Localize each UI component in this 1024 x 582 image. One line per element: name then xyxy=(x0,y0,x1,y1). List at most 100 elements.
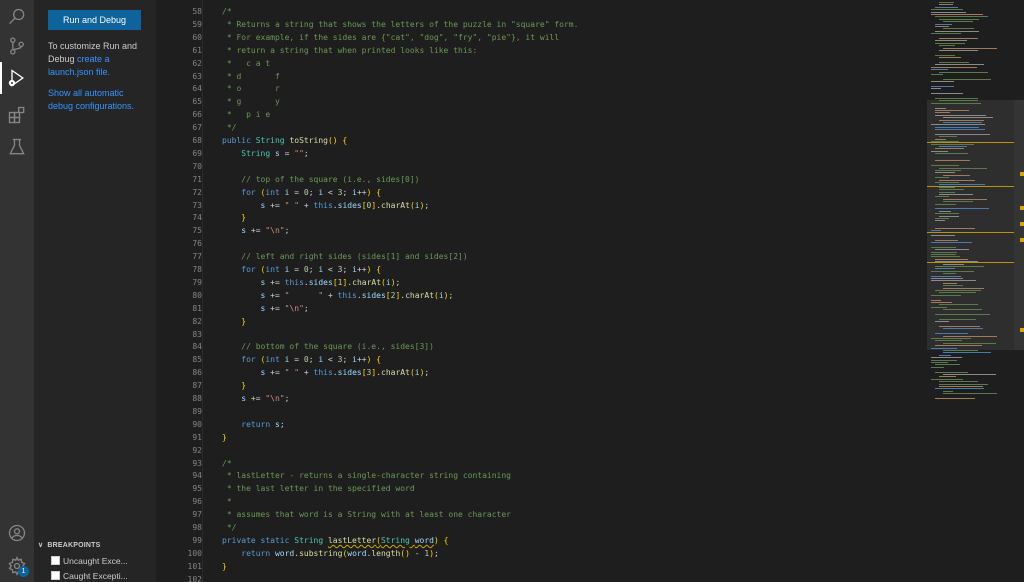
minimap-line xyxy=(931,9,964,11)
code-line[interactable]: s += "\n"; xyxy=(222,224,289,237)
code-line[interactable]: // left and right sides (sides[1] and si… xyxy=(222,250,467,263)
minimap-line xyxy=(931,378,963,380)
minimap-line xyxy=(935,203,957,205)
minimap-line xyxy=(931,302,952,303)
code-line[interactable]: // bottom of the square (i.e., sides[3]) xyxy=(222,340,434,353)
code-editor[interactable]: 58 59 60 61 62 63 64 65 66 67 68 69 70 71 72 73 74 75 76 77… xyxy=(156,0,1024,582)
line-number: 90 xyxy=(192,419,202,429)
breakpoints-section-header[interactable]: ∨ BREAKPOINTS xyxy=(34,538,156,552)
code-line[interactable]: * the last letter in the specified word xyxy=(222,482,415,495)
minimap-slider[interactable] xyxy=(927,100,1014,350)
code-line[interactable]: * Returns a string that shows the letter… xyxy=(222,18,579,31)
minimap-highlight xyxy=(927,232,1014,233)
code-token: charAt xyxy=(381,200,410,210)
code-line[interactable]: } xyxy=(222,431,227,444)
code-line[interactable]: * xyxy=(222,495,232,508)
code-line[interactable]: s += this.sides[1].charAt(i); xyxy=(222,276,401,289)
code-line[interactable]: for (int i = 0; i < 3; i++) { xyxy=(222,263,381,276)
code-token: for xyxy=(241,265,261,274)
breakpoint-checkbox[interactable] xyxy=(51,571,60,580)
breakpoint-checkbox[interactable] xyxy=(51,556,60,565)
code-line[interactable]: s += "\n"; xyxy=(222,302,309,315)
show-all-configurations-link[interactable]: Show all automatic debug configurations. xyxy=(48,87,148,113)
minimap-line xyxy=(935,110,970,111)
code-token: += xyxy=(265,368,285,378)
minimap-line xyxy=(931,234,955,236)
search-icon[interactable] xyxy=(5,5,29,29)
minimap-line xyxy=(931,294,962,296)
code-line[interactable]: * g y xyxy=(222,95,280,108)
code-token: + xyxy=(299,200,314,210)
minimap-line xyxy=(939,292,976,294)
line-number: 100 xyxy=(187,548,202,558)
source-control-icon[interactable] xyxy=(5,34,29,58)
minimap-line xyxy=(939,210,952,212)
code-token: ; xyxy=(308,187,319,197)
code-line[interactable]: s += " " + this.sides[3].charAt(i); xyxy=(222,366,430,379)
code-area[interactable]: /* * Returns a string that shows the let… xyxy=(222,0,922,582)
minimap-line xyxy=(935,160,970,162)
line-number: 81 xyxy=(192,303,202,313)
minimap[interactable] xyxy=(927,0,1014,582)
run-and-debug-button[interactable]: Run and Debug xyxy=(48,10,141,30)
code-line[interactable]: */ xyxy=(222,521,237,534)
code-token: += xyxy=(246,226,266,236)
code-token: "\n" xyxy=(265,394,285,403)
code-token: ; xyxy=(303,303,309,313)
extensions-icon[interactable] xyxy=(5,103,29,127)
code-line[interactable]: * lastLetter - returns a single-characte… xyxy=(222,469,511,482)
run-debug-icon[interactable] xyxy=(5,66,29,90)
code-line[interactable]: * return a string that when printed look… xyxy=(222,44,477,57)
code-line[interactable]: String s = ""; xyxy=(222,147,308,160)
code-token: ) { xyxy=(366,265,382,274)
code-line[interactable]: private static String lastLetter(String … xyxy=(222,534,448,547)
code-line[interactable]: // top of the square (i.e., sides[0]) xyxy=(222,173,419,186)
code-line[interactable]: s += "\n"; xyxy=(222,392,289,405)
code-line[interactable]: s += " " + this.sides[0].charAt(i); xyxy=(222,199,430,212)
minimap-line xyxy=(943,273,956,275)
code-token: * Returns a string that shows the letter… xyxy=(222,19,579,29)
line-number: 92 xyxy=(192,445,202,455)
code-line[interactable]: public String toString() { xyxy=(222,134,347,147)
breakpoint-item[interactable]: Caught Excepti... xyxy=(51,569,128,582)
code-line[interactable]: /* xyxy=(222,5,232,18)
code-line[interactable]: */ xyxy=(222,121,237,134)
code-line[interactable]: } xyxy=(222,379,246,392)
code-line[interactable]: * o r xyxy=(222,82,280,95)
code-line[interactable]: return s; xyxy=(222,418,284,431)
code-line[interactable]: /* xyxy=(222,457,232,470)
minimap-line xyxy=(931,362,948,363)
code-token: ; xyxy=(342,265,353,274)
minimap-line xyxy=(939,18,980,20)
code-token: += xyxy=(265,290,285,300)
breakpoint-item[interactable]: Uncaught Exce... xyxy=(51,554,128,567)
code-line[interactable]: s += " " + this.sides[2].charAt(i); xyxy=(222,289,454,302)
settings-gear-icon[interactable]: 1 xyxy=(5,554,29,578)
line-number: 83 xyxy=(192,329,202,339)
account-icon[interactable] xyxy=(5,521,29,545)
minimap-line xyxy=(931,256,960,258)
code-token: = xyxy=(289,265,304,274)
code-line[interactable]: } xyxy=(222,560,227,573)
code-line[interactable]: * assumes that word is a String with at … xyxy=(222,508,511,521)
testing-icon[interactable] xyxy=(5,135,29,159)
code-line[interactable]: } xyxy=(222,315,246,328)
code-line[interactable]: for (int i = 0; i < 3; i++) { xyxy=(222,186,381,199)
code-line[interactable]: } xyxy=(222,211,246,224)
code-line[interactable]: * d f xyxy=(222,70,280,83)
minimap-line xyxy=(943,335,997,337)
code-token: // top of the square (i.e., sides[0]) xyxy=(241,174,420,184)
code-line[interactable]: return word.substring(word.length() - 1)… xyxy=(222,547,439,560)
vertical-scrollbar[interactable] xyxy=(1014,0,1024,582)
code-line[interactable]: * For example, if the sides are {"cat", … xyxy=(222,31,559,44)
minimap-line xyxy=(935,30,980,32)
code-line[interactable]: * p i e xyxy=(222,108,270,121)
line-number: 72 xyxy=(192,187,202,197)
line-number: 79 xyxy=(192,277,202,287)
code-line[interactable]: for (int i = 0; i < 3; i++) { xyxy=(222,353,381,366)
code-line[interactable]: * c a t xyxy=(222,57,270,70)
line-number: 99 xyxy=(192,535,202,545)
